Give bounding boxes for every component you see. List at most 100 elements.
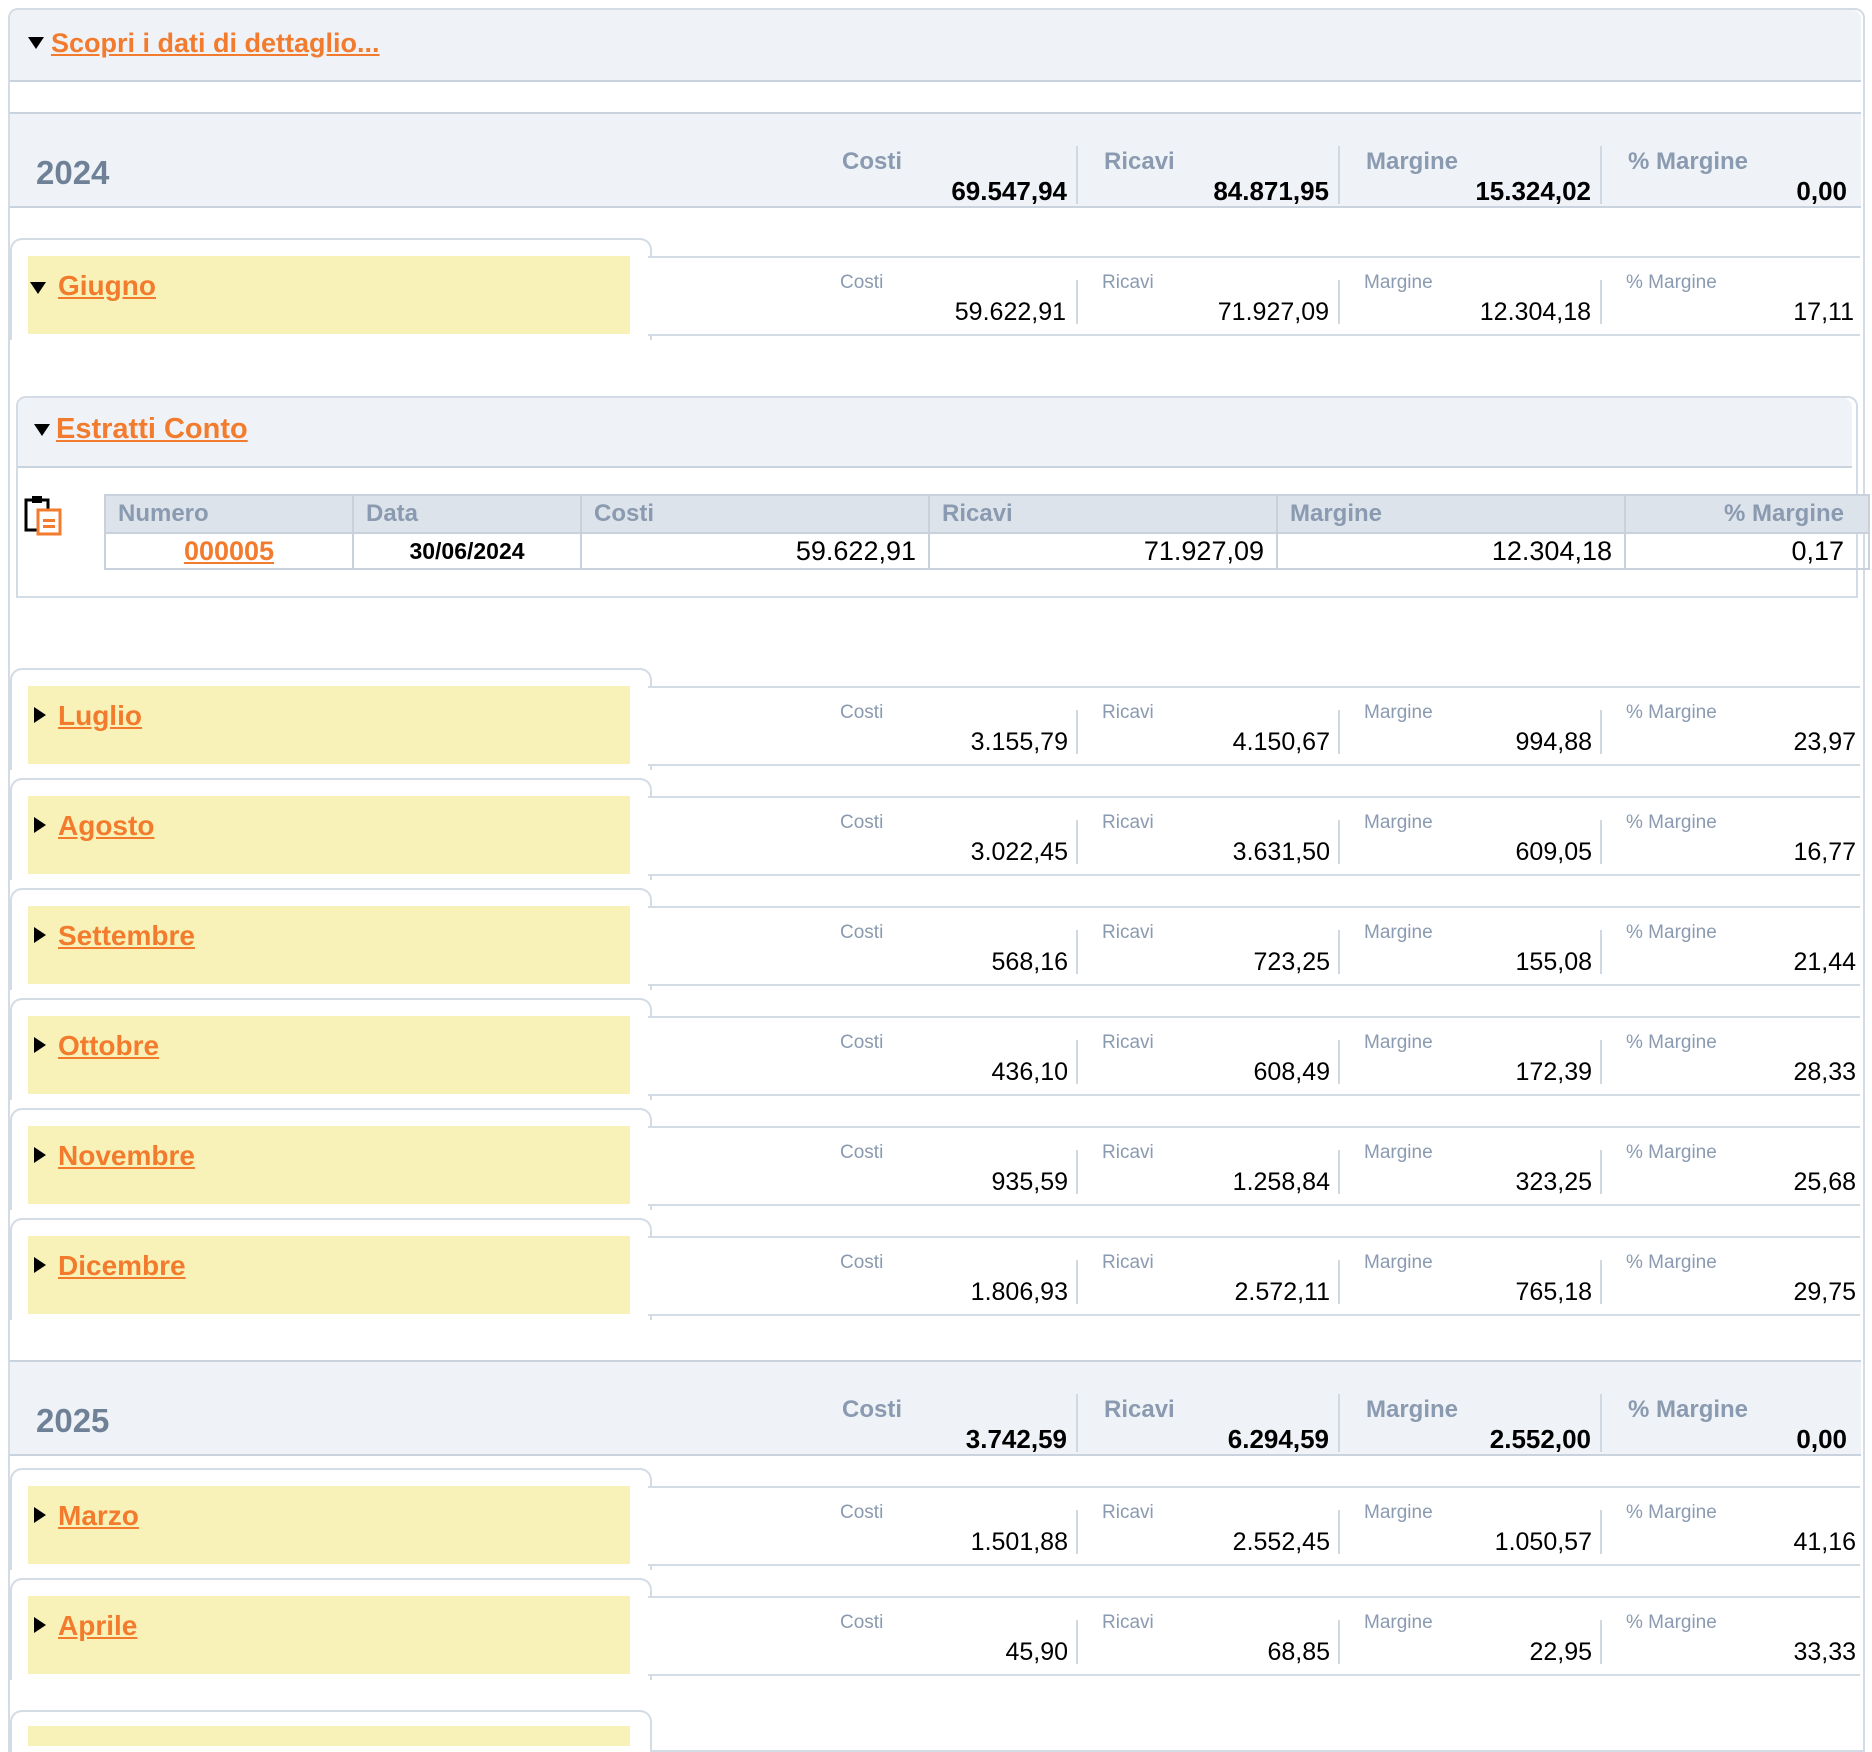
ricavi-value: 71.927,09 [1217, 298, 1329, 326]
collapse-arrow-icon[interactable] [34, 424, 50, 436]
divider [1076, 1040, 1078, 1084]
costi-value: 436,10 [991, 1058, 1068, 1086]
expand-arrow-icon[interactable] [34, 927, 46, 943]
col-header-data[interactable]: Data [352, 494, 582, 534]
month-link-settembre[interactable]: Settembre [58, 920, 195, 952]
divider [1600, 280, 1602, 324]
divider [1600, 146, 1602, 204]
month-link-novembre[interactable]: Novembre [58, 1140, 195, 1172]
col-header-ricavi[interactable]: Ricavi [928, 494, 1278, 534]
divider [1338, 1150, 1340, 1194]
ricavi-label: Ricavi [1102, 1142, 1154, 1163]
month-link-giugno[interactable]: Giugno [58, 270, 156, 302]
margine-label: Margine [1364, 1612, 1433, 1633]
pct-margine-label: % Margine [1628, 1396, 1749, 1423]
collapse-arrow-icon[interactable] [28, 37, 44, 49]
estratti-conto-header [18, 398, 1852, 468]
costi-value: 69.547,94 [951, 176, 1067, 206]
costi-label: Costi [840, 272, 884, 293]
divider [1338, 1510, 1340, 1554]
ricavi-value: 608,49 [1253, 1058, 1330, 1086]
detail-toggle-link[interactable]: Scopri i dati di dettaglio... [51, 28, 380, 59]
month-header-partial[interactable] [28, 1726, 630, 1746]
pct-margine-cell: 0,17 [1624, 532, 1870, 570]
costi-value: 935,59 [991, 1168, 1068, 1196]
costi-label: Costi [840, 1612, 884, 1633]
year-label: 2025 [36, 1402, 110, 1439]
divider [1076, 1150, 1078, 1194]
margine-label: Margine [1364, 1032, 1433, 1053]
divider [1600, 1510, 1602, 1554]
month-stats-giugno: Costi 59.622,91 Ricavi 71.927,09 Margine… [648, 256, 1860, 336]
costi-value: 3.742,59 [965, 1424, 1067, 1454]
costi-value: 568,16 [991, 948, 1068, 976]
margine-cell: 12.304,18 [1276, 532, 1626, 570]
costi-label: Costi [840, 812, 884, 833]
ricavi-label: Ricavi [1104, 148, 1175, 175]
margine-value: 172,39 [1515, 1058, 1592, 1086]
expand-arrow-icon[interactable] [34, 1257, 46, 1273]
ricavi-value: 723,25 [1253, 948, 1330, 976]
ricavi-value: 68,85 [1267, 1638, 1330, 1666]
pct-margine-label: % Margine [1626, 1612, 1717, 1633]
margine-label: Margine [1364, 272, 1433, 293]
divider [1076, 1510, 1078, 1554]
expand-arrow-icon[interactable] [34, 1507, 46, 1523]
ricavi-value: 2.572,11 [1234, 1278, 1330, 1306]
margine-value: 765,18 [1515, 1278, 1592, 1306]
pct-margine-value: 0,00 [1796, 176, 1847, 206]
ricavi-label: Ricavi [1102, 702, 1154, 723]
pct-margine-label: % Margine [1626, 1502, 1717, 1523]
divider [1338, 1394, 1340, 1452]
numero-cell: 000005 [104, 532, 354, 570]
costi-cell: 59.622,91 [580, 532, 930, 570]
margine-label: Margine [1364, 812, 1433, 833]
month-link-aprile[interactable]: Aprile [58, 1610, 137, 1642]
costi-label: Costi [842, 1396, 902, 1423]
month-link-marzo[interactable]: Marzo [58, 1500, 139, 1532]
month-link-ottobre[interactable]: Ottobre [58, 1030, 159, 1062]
pct-margine-value: 25,68 [1793, 1168, 1856, 1196]
expand-arrow-icon[interactable] [34, 817, 46, 833]
col-header-margine[interactable]: Margine [1276, 494, 1626, 534]
pct-margine-value: 0,00 [1796, 1424, 1847, 1454]
divider [1338, 146, 1340, 204]
table-row: 000005 30/06/2024 59.622,91 71.927,09 12… [104, 532, 1870, 570]
margine-value: 22,95 [1529, 1638, 1592, 1666]
ricavi-label: Ricavi [1102, 272, 1154, 293]
pct-margine-value: 17,11 [1793, 298, 1854, 326]
costi-label: Costi [840, 702, 884, 723]
estratto-numero-link[interactable]: 000005 [184, 536, 274, 566]
col-header-costi[interactable]: Costi [580, 494, 930, 534]
ricavi-label: Ricavi [1102, 1252, 1154, 1273]
ricavi-label: Ricavi [1104, 1396, 1175, 1423]
month-link-agosto[interactable]: Agosto [58, 810, 154, 842]
estratti-conto-link[interactable]: Estratti Conto [56, 413, 248, 446]
expand-arrow-icon[interactable] [34, 707, 46, 723]
pct-margine-label: % Margine [1626, 1032, 1717, 1053]
collapse-arrow-icon[interactable] [30, 282, 46, 294]
ricavi-label: Ricavi [1102, 812, 1154, 833]
col-header-pct-margine[interactable]: % Margine [1624, 494, 1870, 534]
month-stats-novembre: Costi 935,59 Ricavi 1.258,84 Margine 323… [648, 1126, 1860, 1206]
margine-value: 323,25 [1515, 1168, 1592, 1196]
ricavi-value: 84.871,95 [1213, 176, 1329, 206]
pct-margine-value: 16,77 [1793, 838, 1856, 866]
divider [1338, 820, 1340, 864]
clipboard-icon[interactable] [24, 494, 64, 536]
month-link-luglio[interactable]: Luglio [58, 700, 142, 732]
col-header-numero[interactable]: Numero [104, 494, 354, 534]
costi-value: 1.501,88 [970, 1528, 1068, 1556]
expand-arrow-icon[interactable] [34, 1617, 46, 1633]
divider [1338, 930, 1340, 974]
ricavi-value: 1.258,84 [1232, 1168, 1330, 1196]
pct-margine-value: 23,97 [1793, 728, 1856, 756]
ricavi-value: 6.294,59 [1227, 1424, 1329, 1454]
expand-arrow-icon[interactable] [34, 1037, 46, 1053]
divider [1600, 1040, 1602, 1084]
divider [1076, 820, 1078, 864]
expand-arrow-icon[interactable] [34, 1147, 46, 1163]
estratti-conto-table: Numero Data Costi Ricavi Margine % Margi… [104, 494, 1870, 570]
month-link-dicembre[interactable]: Dicembre [58, 1250, 186, 1282]
margine-value: 12.304,18 [1479, 298, 1591, 326]
